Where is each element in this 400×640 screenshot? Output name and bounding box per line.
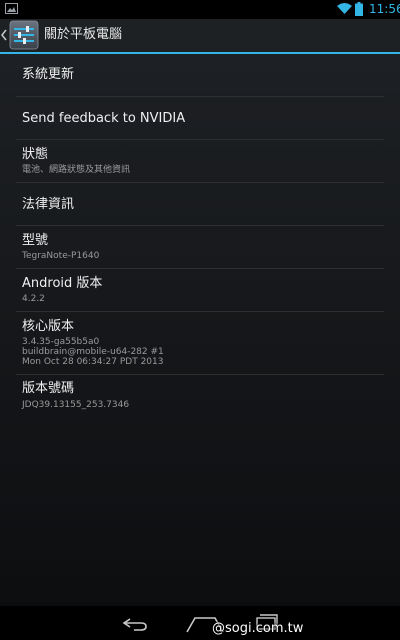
item-title: Send feedback to NVIDIA — [22, 111, 186, 126]
list-item-system-update[interactable]: 系統更新 — [16, 54, 384, 97]
navigation-bar: @sogi.com.tw — [0, 606, 400, 640]
watermark-text: @sogi.com.tw — [212, 621, 304, 636]
item-summary: JDQ39.13155_253.7346 — [22, 400, 130, 410]
list-item-build-number[interactable]: 版本號碼 JDQ39.13155_253.7346 — [16, 375, 384, 418]
item-summary-line: buildbrain@mobile-u64-282 #1 — [22, 347, 164, 357]
settings-sliders-icon[interactable] — [9, 20, 39, 50]
list-item-legal-info[interactable]: 法律資訊 — [16, 183, 384, 226]
item-summary: 電池、網路狀態及其他資訊 — [22, 165, 131, 175]
up-chevron-icon[interactable] — [0, 27, 8, 43]
status-bar: 11:56 — [0, 0, 400, 19]
item-summary-line: Mon Oct 28 06:34:27 PDT 2013 — [22, 357, 164, 367]
item-title: 狀態 — [22, 147, 49, 162]
list-item-android-version[interactable]: Android 版本 4.2.2 — [16, 269, 384, 312]
list-item-send-feedback[interactable]: Send feedback to NVIDIA — [16, 97, 384, 140]
action-bar: 關於平板電腦 — [0, 19, 400, 52]
item-title: Android 版本 — [22, 276, 103, 291]
about-settings-list: 系統更新 Send feedback to NVIDIA 狀態 電池、網路狀態及… — [16, 54, 384, 418]
item-title: 核心版本 — [22, 319, 75, 334]
picture-icon — [5, 3, 18, 14]
wifi-icon — [337, 3, 352, 14]
item-summary: TegraNote-P1640 — [22, 251, 100, 261]
item-summary-line: 3.4.35-ga55b5a0 — [22, 337, 100, 347]
list-item-model-summary-layer: TegraNote-P1640 — [16, 226, 384, 269]
item-title: 系統更新 — [22, 67, 75, 82]
page-title: 關於平板電腦 — [44, 27, 123, 42]
list-item-kernel-version: 核心版本 3.4.35-ga55b5a0 buildbrain@mobile-u… — [16, 312, 384, 375]
status-clock: 11:56 — [369, 2, 400, 16]
screen: 11:56 關於平板電腦 系統更新 Send feedback to NVIDI… — [0, 0, 400, 640]
back-icon[interactable] — [122, 617, 148, 631]
item-title: 法律資訊 — [22, 197, 75, 212]
item-title: 版本號碼 — [22, 381, 75, 396]
list-item-status[interactable]: 狀態 電池、網路狀態及其他資訊 — [16, 140, 384, 183]
item-summary: 4.2.2 — [22, 294, 45, 304]
battery-icon — [355, 2, 363, 16]
